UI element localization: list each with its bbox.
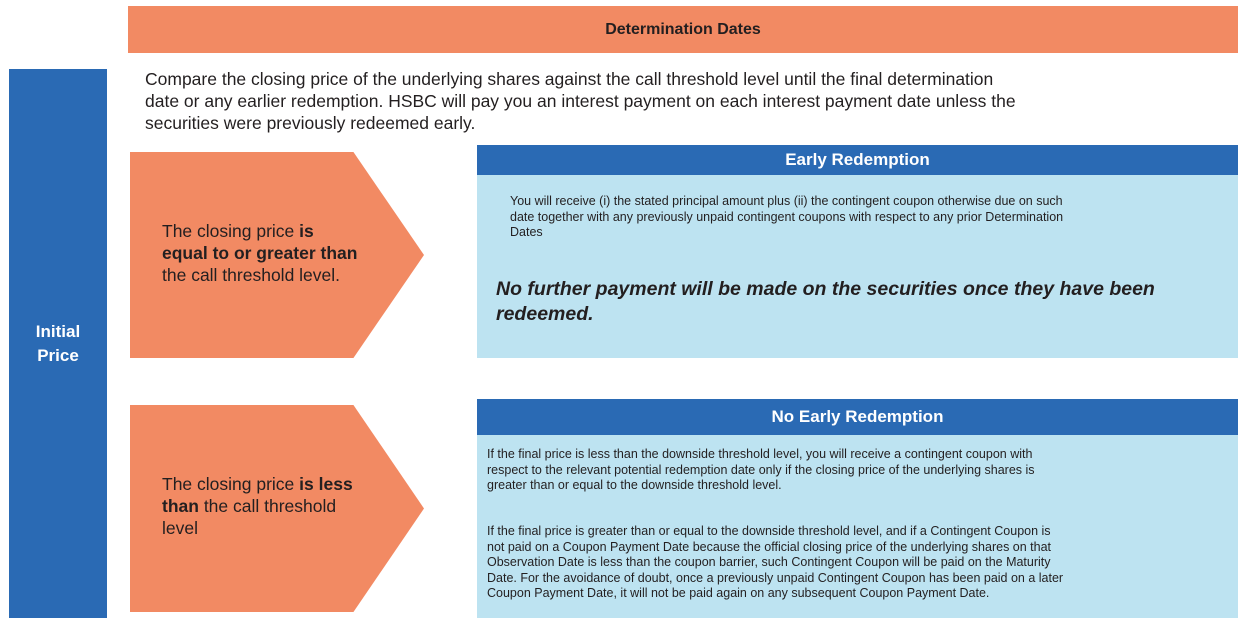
condition-less-text: The closing price is less than the call … <box>162 474 353 538</box>
initial-price-label: Initial Price <box>35 321 81 365</box>
initial-price-bar: Initial Price <box>9 69 107 618</box>
no-early-redemption-body: If the final price is less than the down… <box>477 435 1238 618</box>
early-redemption-body: You will receive (i) the stated principa… <box>477 175 1238 358</box>
no-early-redemption-paragraph-2: If the final price is greater than or eq… <box>487 524 1064 600</box>
no-early-redemption-paragraph-1: If the final price is less than the down… <box>487 447 1035 492</box>
header-title: Determination Dates <box>605 20 761 38</box>
determination-dates-header: Determination Dates <box>128 6 1238 53</box>
condition-equal-text: The closing price is equal to or greater… <box>162 221 358 285</box>
early-redemption-header: Early Redemption <box>477 145 1238 175</box>
no-early-redemption-title: No Early Redemption <box>771 407 944 426</box>
early-redemption-emphasis: No further payment will be made on the s… <box>496 278 1155 325</box>
early-redemption-title: Early Redemption <box>785 150 930 169</box>
early-redemption-description: You will receive (i) the stated principa… <box>510 194 1064 239</box>
no-early-redemption-header: No Early Redemption <box>477 399 1238 435</box>
intro-paragraph: Compare the closing price of the underly… <box>145 69 1016 133</box>
